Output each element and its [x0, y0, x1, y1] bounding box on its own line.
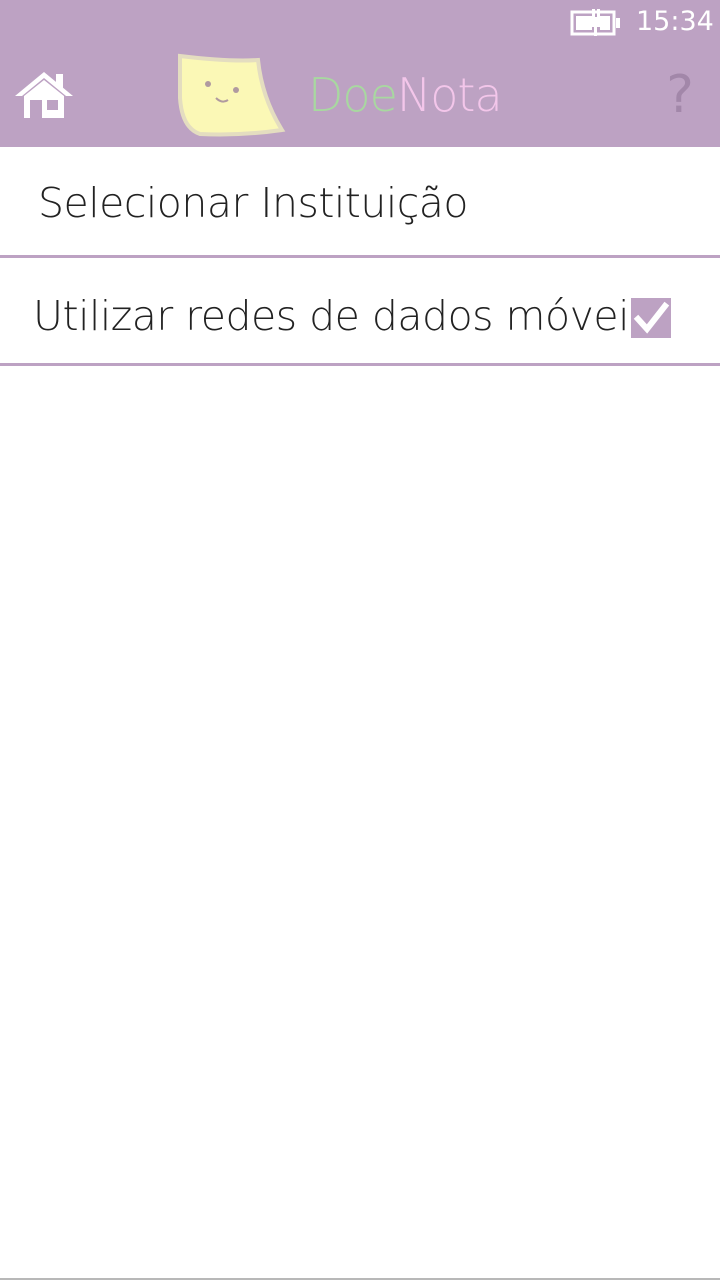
select-institution-item[interactable]: Selecionar Instituição	[0, 147, 720, 255]
home-button[interactable]	[12, 66, 76, 122]
app-header: 15:34 DoeNota ?	[0, 0, 720, 147]
checkmark-icon	[633, 301, 670, 334]
mobile-data-checkbox[interactable]	[631, 298, 671, 338]
battery-charging-icon	[570, 8, 622, 38]
status-clock: 15:34	[636, 6, 714, 37]
divider	[0, 363, 720, 366]
app-brand: DoeNota	[308, 62, 503, 128]
mobile-data-label: Utilizar redes de dados móveis	[33, 292, 650, 340]
settings-screen: 15:34 DoeNota ? Selecionar Instituição U…	[0, 0, 720, 1280]
brand-doe: Doe	[308, 68, 398, 122]
status-bar: 15:34	[0, 0, 720, 46]
home-icon	[12, 72, 76, 126]
sticky-note-smiley-icon	[170, 48, 290, 140]
help-button[interactable]: ?	[656, 62, 704, 128]
brand-nota: Nota	[396, 68, 503, 122]
mobile-data-item[interactable]: Utilizar redes de dados móveis	[0, 258, 720, 363]
select-institution-label: Selecionar Instituição	[38, 179, 469, 227]
